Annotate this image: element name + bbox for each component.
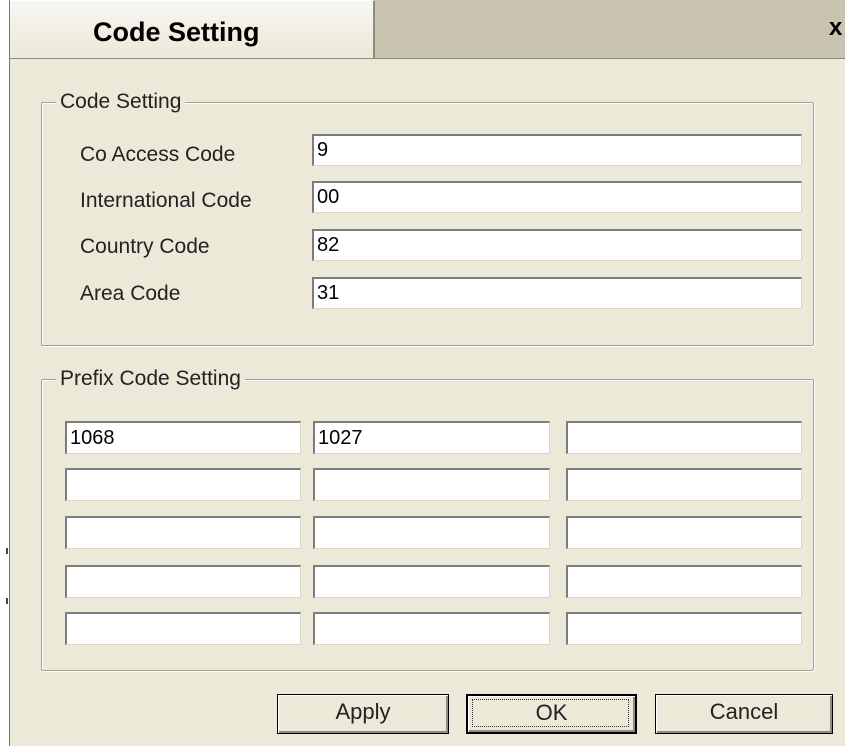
background-window-edge [0,0,10,746]
prefix-code-input[interactable] [566,612,802,645]
prefix-code-input[interactable] [313,468,550,501]
ok-button[interactable]: OK [466,694,637,734]
tab-bar: Code Setting x [10,0,845,59]
co-access-code-label: Co Access Code [80,143,236,166]
prefix-code-input[interactable] [313,516,550,549]
code-setting-dialog: Code Setting x Code Setting Co Access Co… [10,0,845,746]
code-setting-legend: Code Setting [56,90,186,114]
area-code-input[interactable] [312,277,802,309]
prefix-code-input[interactable] [65,468,301,501]
tab-code-setting-label: Code Setting [93,17,260,47]
prefix-code-input[interactable] [566,516,802,549]
prefix-code-input[interactable] [566,421,802,454]
prefix-code-setting-legend: Prefix Code Setting [56,367,245,391]
prefix-code-input[interactable] [566,565,802,598]
prefix-code-input[interactable] [65,421,301,454]
prefix-code-input[interactable] [65,612,301,645]
prefix-code-input[interactable] [65,516,301,549]
prefix-code-input[interactable] [313,565,550,598]
international-code-input[interactable] [312,181,802,213]
area-code-label: Area Code [80,282,181,305]
close-icon[interactable]: x [829,14,845,42]
prefix-code-input[interactable] [65,565,301,598]
edge-tick [6,548,8,554]
co-access-code-input[interactable] [312,134,802,166]
country-code-label: Country Code [80,235,210,258]
apply-button[interactable]: Apply [277,694,449,734]
cancel-button[interactable]: Cancel [655,694,833,734]
prefix-code-input[interactable] [313,421,550,454]
tab-code-setting[interactable]: Code Setting [10,0,375,58]
prefix-code-input[interactable] [313,612,550,645]
ok-button-label: OK [535,700,568,725]
edge-tick [6,598,8,604]
country-code-input[interactable] [312,229,802,261]
international-code-label: International Code [80,189,252,212]
prefix-code-input[interactable] [566,468,802,501]
